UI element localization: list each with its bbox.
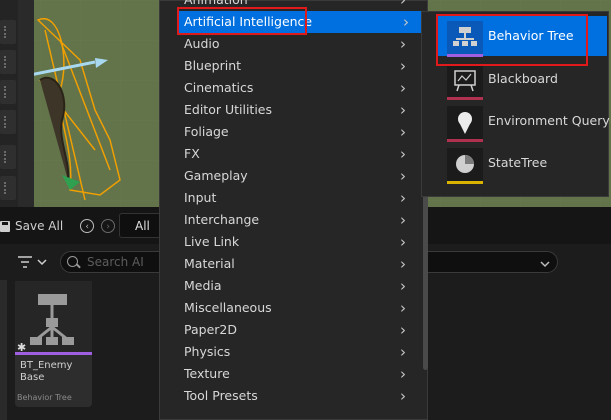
submenu-item-label: Blackboard — [488, 71, 558, 86]
asset-type-label: Behavior Tree — [17, 393, 72, 402]
chevron-right-icon: › — [400, 387, 406, 405]
save-icon — [0, 220, 10, 232]
save-all-button[interactable]: Save All ‹ › — [0, 215, 116, 237]
menu-item-label: Texture — [184, 366, 230, 381]
menu-item-paper2d[interactable]: Paper2D › — [160, 319, 422, 341]
menu-item-foliage[interactable]: Foliage › — [160, 121, 422, 143]
menu-item-input[interactable]: Input › — [160, 187, 422, 209]
menu-item-label: Gameplay — [184, 168, 248, 183]
menu-item-editor-utilities[interactable]: Editor Utilities › — [160, 99, 422, 121]
chevron-right-icon: › — [400, 145, 406, 163]
menu-item-miscellaneous[interactable]: Miscellaneous › — [160, 297, 422, 319]
menu-item-label: Physics — [184, 344, 231, 359]
annotation-highlight-box — [177, 7, 307, 35]
state-tree-icon — [447, 148, 483, 184]
chevron-right-icon: › — [400, 189, 406, 207]
blackboard-icon — [447, 64, 483, 100]
chevron-right-icon: › — [400, 57, 406, 75]
menu-item-label: Tool Presets — [184, 388, 258, 403]
chevron-right-icon: › — [400, 167, 406, 185]
search-icon — [67, 256, 78, 267]
menu-item-label: Input — [184, 190, 217, 205]
toolbar-grip[interactable] — [0, 145, 16, 169]
menu-item-label: Foliage — [184, 124, 229, 139]
chevron-right-icon: › — [403, 13, 409, 31]
toolbar-grip[interactable] — [0, 176, 16, 200]
menu-item-label: FX — [184, 146, 200, 161]
menu-item-label: Editor Utilities — [184, 102, 273, 117]
chevron-right-icon: › — [400, 277, 406, 295]
chevron-right-icon: › — [400, 299, 406, 317]
menu-item-label: Live Link — [184, 234, 240, 249]
chevron-right-icon: › — [400, 123, 406, 141]
chevron-right-icon: › — [400, 0, 406, 9]
submenu-item-label: StateTree — [488, 155, 548, 170]
toolbar-grip[interactable] — [0, 50, 16, 74]
menu-item-texture[interactable]: Texture › — [160, 363, 422, 385]
behavior-tree-thumbnail-icon — [30, 294, 74, 345]
menu-item-media[interactable]: Media › — [160, 275, 422, 297]
menu-item-material[interactable]: Material › — [160, 253, 422, 275]
forward-icon[interactable]: › — [101, 219, 116, 233]
submenu-item-blackboard[interactable]: Blackboard — [447, 64, 597, 100]
menu-item-label: Animation — [184, 0, 248, 7]
menu-item-cinematics[interactable]: Cinematics › — [160, 77, 422, 99]
asset-type-color-bar — [447, 181, 483, 184]
toolbar-grip[interactable] — [0, 110, 16, 134]
menu-item-tool-presets[interactable]: Tool Presets › — [160, 385, 422, 407]
menu-item-live-link[interactable]: Live Link › — [160, 231, 422, 253]
chevron-right-icon: › — [400, 211, 406, 229]
chevron-right-icon: › — [400, 79, 406, 97]
chevron-right-icon: › — [400, 35, 406, 53]
menu-item-label: Miscellaneous — [184, 300, 272, 315]
sources-panel-edge — [0, 280, 7, 420]
menu-item-label: Interchange — [184, 212, 260, 227]
chevron-right-icon: › — [400, 233, 406, 251]
breadcrumb-all[interactable]: All — [119, 213, 161, 238]
viewport-toolbar — [0, 0, 18, 207]
chevron-right-icon: › — [400, 255, 406, 273]
annotation-highlight-box — [436, 14, 588, 66]
menu-item-label: Material — [184, 256, 235, 271]
asset-type-color-bar — [447, 97, 483, 100]
submenu-item-statetree[interactable]: StateTree — [447, 148, 597, 184]
back-icon[interactable]: ‹ — [80, 219, 95, 233]
menu-item-label: Blueprint — [184, 58, 242, 73]
viewport-gap — [18, 0, 34, 207]
chevron-right-icon: › — [400, 321, 406, 339]
save-all-label: Save All — [15, 219, 64, 233]
chevron-right-icon: › — [400, 101, 406, 119]
toolbar-grip[interactable] — [0, 20, 16, 44]
menu-item-label: Cinematics — [184, 80, 254, 95]
search-dropdown-chevron-icon[interactable] — [539, 255, 551, 274]
menu-item-blueprint[interactable]: Blueprint › — [160, 55, 422, 77]
menu-item-gameplay[interactable]: Gameplay › — [160, 165, 422, 187]
menu-item-fx[interactable]: FX › — [160, 143, 422, 165]
menu-item-interchange[interactable]: Interchange › — [160, 209, 422, 231]
chevron-right-icon: › — [400, 365, 406, 383]
toolbar-grip[interactable] — [0, 80, 16, 104]
chevron-right-icon: › — [400, 343, 406, 361]
asset-thumbnail — [15, 281, 92, 352]
menu-item-label: Paper2D — [184, 322, 237, 337]
filter-button[interactable] — [16, 252, 52, 272]
menu-item-audio[interactable]: Audio › — [160, 33, 422, 55]
submenu-item-label: Environment Query — [488, 113, 610, 128]
filter-icon — [18, 256, 47, 268]
menu-item-physics[interactable]: Physics › — [160, 341, 422, 363]
menu-item-label: Audio — [184, 36, 220, 51]
asset-name: BT_Enemy Base — [20, 360, 73, 383]
submenu-item-environment-query[interactable]: Environment Query — [447, 106, 610, 142]
asset-type-color-bar — [15, 352, 92, 355]
environment-query-icon — [447, 106, 483, 142]
asset-type-color-bar — [447, 139, 483, 142]
menu-item-label: Media — [184, 278, 222, 293]
